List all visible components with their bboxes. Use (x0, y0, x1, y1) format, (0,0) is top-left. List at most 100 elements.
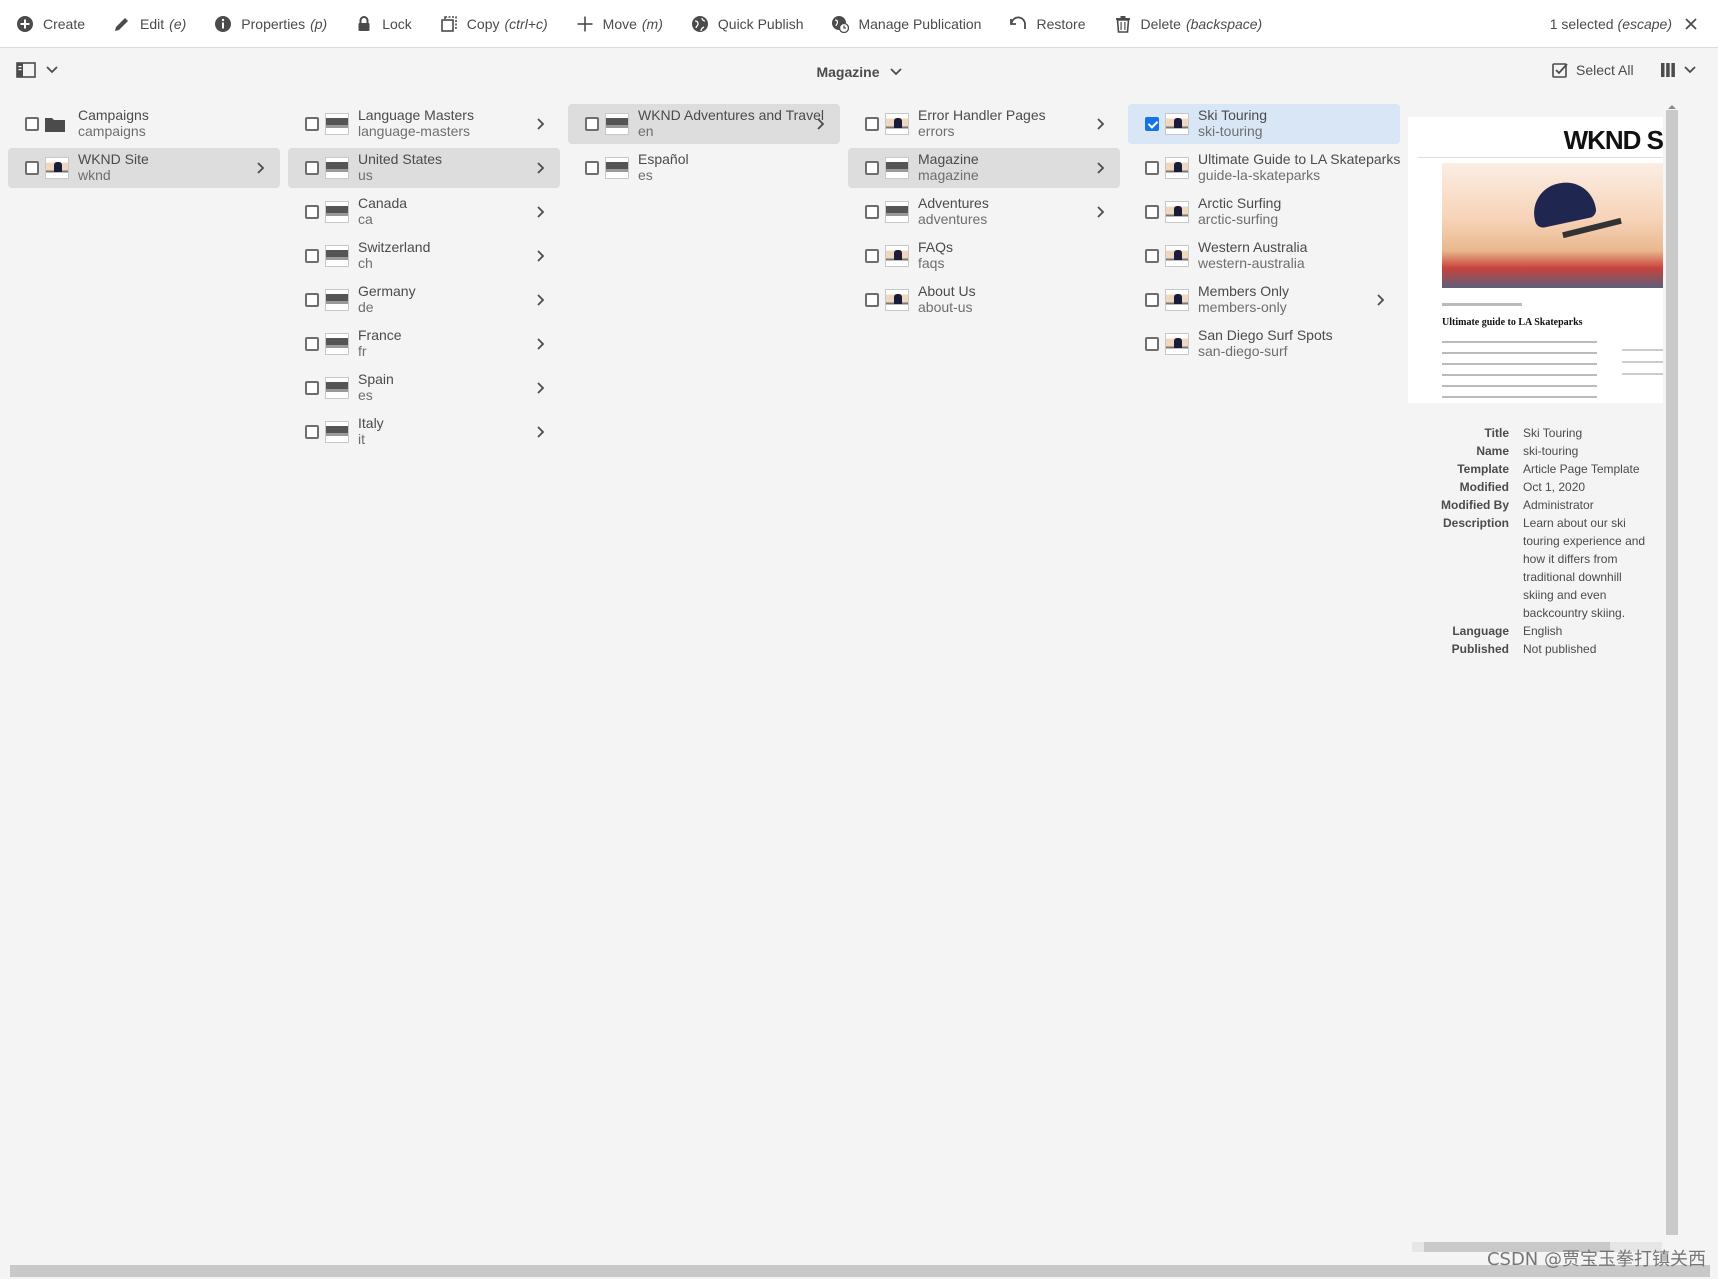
item-title: Adventures (918, 195, 989, 211)
delete-button[interactable]: Delete (backspace) (1114, 0, 1262, 48)
row-checkbox-checked[interactable] (1145, 117, 1159, 131)
info-icon (214, 15, 232, 33)
item-title: Canada (358, 195, 408, 211)
list-item-ski-touring[interactable]: Ski Touring ski-touring (1128, 104, 1400, 144)
list-item-en[interactable]: WKND Adventures and Travel en (568, 104, 840, 144)
move-icon (576, 15, 594, 33)
item-name: it (358, 431, 365, 447)
meta-value: Not published (1523, 642, 1597, 656)
list-item-western-australia[interactable]: Western Australia western-australia (1128, 236, 1400, 276)
rail-toggle-button[interactable] (16, 62, 58, 78)
list-item-wknd[interactable]: WKND Site wknd (8, 148, 280, 188)
page-thumbnail (885, 157, 909, 179)
selection-count: 1 selected (1549, 16, 1614, 32)
row-checkbox[interactable] (865, 249, 879, 263)
list-item-ca[interactable]: Canada ca (288, 192, 560, 232)
meta-value: Ski Touring (1523, 426, 1583, 440)
selection-info: 1 selected (escape) (1550, 0, 1698, 48)
row-checkbox[interactable] (585, 161, 599, 175)
page-preview-thumbnail: WKND S Ultimate guide to LA Skateparks (1408, 117, 1663, 403)
row-checkbox[interactable] (305, 381, 319, 395)
row-checkbox[interactable] (865, 205, 879, 219)
close-icon[interactable] (1684, 17, 1698, 31)
list-item-campaigns[interactable]: Campaigns campaigns (8, 104, 280, 144)
row-checkbox[interactable] (1145, 249, 1159, 263)
restore-button[interactable]: Restore (1009, 0, 1086, 48)
row-checkbox[interactable] (305, 117, 319, 131)
row-checkbox[interactable] (865, 161, 879, 175)
list-item-errors[interactable]: Error Handler Pages errors (848, 104, 1120, 144)
chevron-right-icon (1097, 118, 1105, 130)
page-thumbnail (325, 333, 349, 355)
item-title: Italy (358, 415, 384, 431)
list-item-us[interactable]: United States us (288, 148, 560, 188)
row-checkbox[interactable] (25, 117, 39, 131)
row-checkbox[interactable] (25, 161, 39, 175)
select-all-button[interactable]: Select All (1552, 62, 1634, 78)
item-name: us (358, 167, 373, 183)
item-title: Arctic Surfing (1198, 195, 1282, 211)
move-button[interactable]: Move (m) (576, 0, 663, 48)
row-checkbox[interactable] (305, 205, 319, 219)
list-item-adventures[interactable]: Adventures adventures (848, 192, 1120, 232)
create-button[interactable]: Create (16, 0, 85, 48)
preview-hero-image (1442, 163, 1663, 288)
breadcrumb-label[interactable]: Magazine (816, 64, 879, 80)
page-thumbnail (1165, 245, 1189, 267)
manage-publication-label: Manage Publication (858, 15, 982, 32)
row-checkbox[interactable] (585, 117, 599, 131)
move-shortcut: (m) (641, 15, 663, 32)
list-item-es[interactable]: Spain es (288, 368, 560, 408)
row-checkbox[interactable] (305, 293, 319, 307)
row-checkbox[interactable] (1145, 293, 1159, 307)
list-item-magazine[interactable]: Magazine magazine (848, 148, 1120, 188)
row-checkbox[interactable] (865, 293, 879, 307)
page-thumbnail (1165, 333, 1189, 355)
list-item-it[interactable]: Italy it (288, 412, 560, 452)
list-item-about-us[interactable]: About Us about-us (848, 280, 1120, 320)
list-item-de[interactable]: Germany de (288, 280, 560, 320)
row-checkbox[interactable] (865, 117, 879, 131)
item-name: magazine (918, 167, 979, 183)
edit-button[interactable]: Edit (e) (113, 0, 186, 48)
vertical-scrollbar[interactable] (1666, 110, 1678, 1235)
list-item-language-masters[interactable]: Language Masters language-masters (288, 104, 560, 144)
item-title: Western Australia (1198, 239, 1308, 255)
row-checkbox[interactable] (305, 337, 319, 351)
manage-publication-button[interactable]: Manage Publication (831, 0, 981, 48)
chevron-down-icon[interactable] (889, 68, 902, 76)
select-all-icon (1552, 63, 1568, 78)
list-item-faqs[interactable]: FAQs faqs (848, 236, 1120, 276)
item-name: es (638, 167, 653, 183)
column-4: Error Handler Pages errors Magazine magazi… (848, 104, 1120, 324)
row-checkbox[interactable] (305, 425, 319, 439)
view-switcher[interactable] (1660, 62, 1696, 78)
list-item-arctic-surfing[interactable]: Arctic Surfing arctic-surfing (1128, 192, 1400, 232)
copy-button[interactable]: Copy (ctrl+c) (440, 0, 548, 48)
list-item-ch[interactable]: Switzerland ch (288, 236, 560, 276)
row-checkbox[interactable] (1145, 337, 1159, 351)
page-thumbnail (325, 377, 349, 399)
row-checkbox[interactable] (305, 249, 319, 263)
item-name: es (358, 387, 373, 403)
item-name: arctic-surfing (1198, 211, 1279, 227)
list-item-guide-la-skateparks[interactable]: Ultimate Guide to LA Skateparks guide-la-… (1128, 148, 1400, 188)
quick-publish-button[interactable]: Quick Publish (691, 0, 803, 48)
list-item-members-only[interactable]: Members Only members-only (1128, 280, 1400, 320)
selection-shortcut: (escape) (1617, 16, 1672, 32)
list-item-espanol[interactable]: Español es (568, 148, 840, 188)
restore-label: Restore (1036, 15, 1086, 32)
row-checkbox[interactable] (1145, 161, 1159, 175)
chevron-down-icon (1684, 66, 1696, 74)
page-thumbnail (1165, 157, 1189, 179)
chevron-right-icon (537, 118, 545, 130)
list-item-san-diego-surf[interactable]: San Diego Surf Spots san-diego-surf (1128, 324, 1400, 364)
row-checkbox[interactable] (305, 161, 319, 175)
row-checkbox[interactable] (1145, 205, 1159, 219)
horizontal-scrollbar[interactable] (10, 1265, 1710, 1277)
list-item-fr[interactable]: France fr (288, 324, 560, 364)
lock-button[interactable]: Lock (355, 0, 412, 48)
properties-button[interactable]: Properties (p) (214, 0, 327, 48)
copy-icon (440, 15, 458, 33)
meta-key: Title (1484, 426, 1509, 440)
